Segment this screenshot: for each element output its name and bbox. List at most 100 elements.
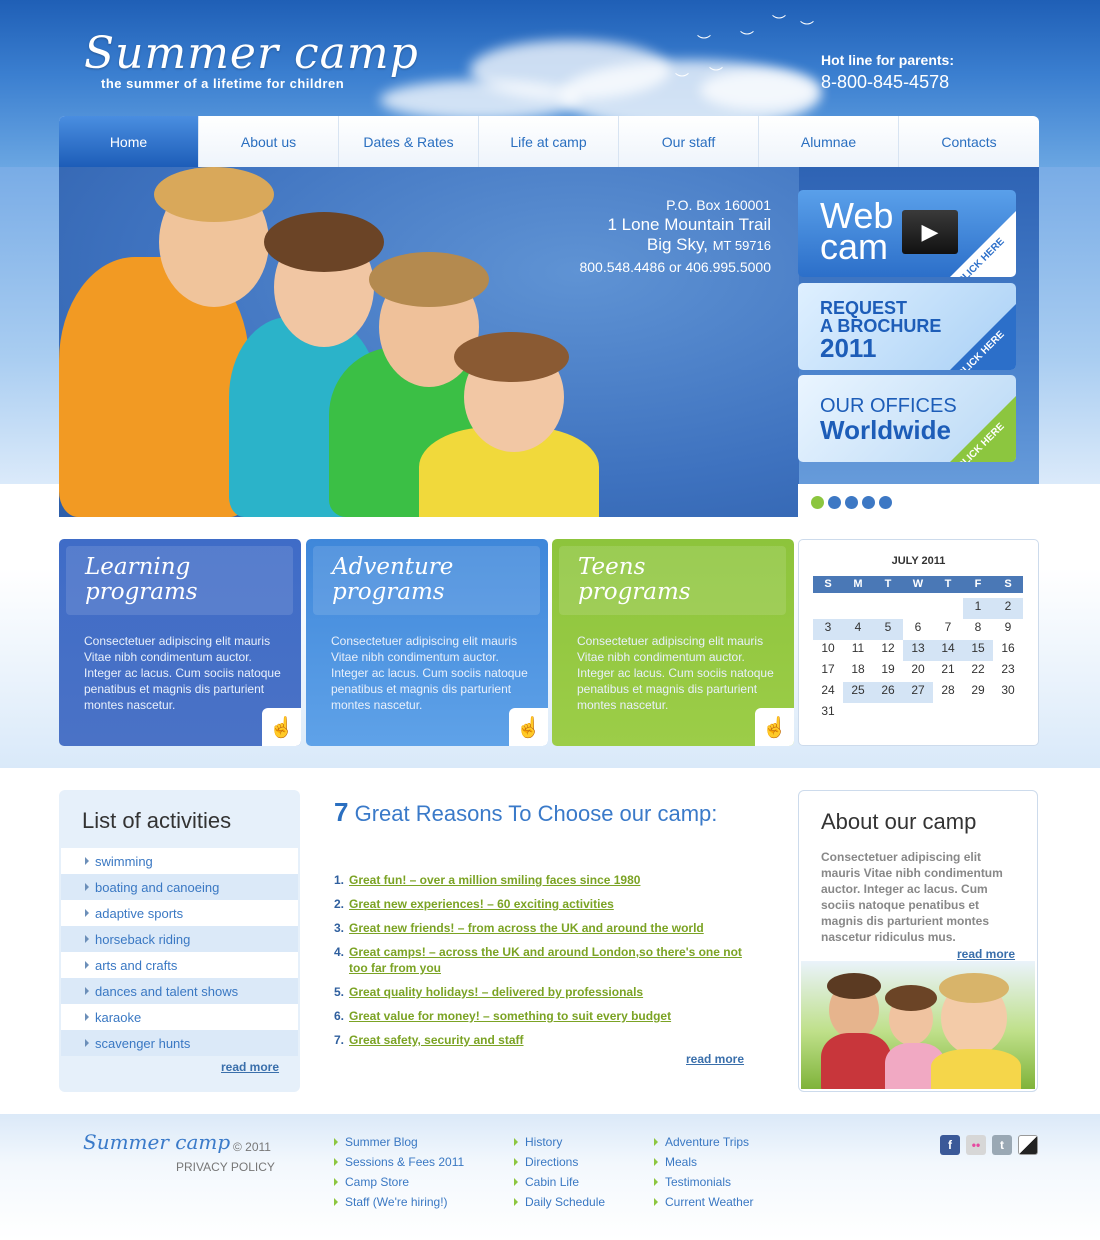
video-play-icon: ▶	[902, 210, 958, 254]
footer-link[interactable]: Cabin Life	[514, 1172, 605, 1192]
nav-home[interactable]: Home	[59, 116, 199, 167]
calendar-day[interactable]: 16	[993, 640, 1023, 661]
activity-item[interactable]: swimming	[61, 848, 298, 874]
about-read-more-link[interactable]: read more	[957, 947, 1015, 961]
arrow-right-icon	[514, 1158, 518, 1166]
slider-dot-2[interactable]	[828, 496, 841, 509]
footer-logo[interactable]: Summer camp	[83, 1130, 230, 1154]
slider-dot-3[interactable]	[845, 496, 858, 509]
calendar-day[interactable]: 10	[813, 640, 843, 661]
weekday: F	[974, 578, 982, 590]
activity-item[interactable]: adaptive sports	[61, 900, 298, 926]
facebook-icon[interactable]: f	[940, 1135, 960, 1155]
calendar-day[interactable]: 26	[873, 682, 903, 703]
calendar-day[interactable]: 25	[843, 682, 873, 703]
reason-link[interactable]: Great safety, security and staff	[349, 1032, 524, 1048]
reason-link[interactable]: Great camps! – across the UK and around …	[349, 944, 759, 976]
footer-link[interactable]: Testimonials	[654, 1172, 753, 1192]
nav-life-at-camp[interactable]: Life at camp	[479, 116, 619, 167]
flickr-icon[interactable]: ••	[966, 1135, 986, 1155]
calendar-day[interactable]: 31	[813, 703, 843, 724]
webcam-button[interactable]: Web cam ▶ CLICK HERE	[798, 190, 1016, 277]
calendar-day[interactable]: 22	[963, 661, 993, 682]
activity-item[interactable]: scavenger hunts	[61, 1030, 298, 1056]
slider-dot-4[interactable]	[862, 496, 875, 509]
tagline: the summer of a lifetime for children	[101, 76, 345, 91]
footer-link[interactable]: Camp Store	[334, 1172, 464, 1192]
nav-about-us[interactable]: About us	[199, 116, 339, 167]
footer-links-col-2: History Directions Cabin Life Daily Sche…	[514, 1132, 605, 1212]
calendar-day[interactable]: 29	[963, 682, 993, 703]
twitter-icon[interactable]: t	[992, 1135, 1012, 1155]
nav-dates-rates[interactable]: Dates & Rates	[339, 116, 479, 167]
calendar-day[interactable]: 23	[993, 661, 1023, 682]
calendar-day[interactable]: 11	[843, 640, 873, 661]
calendar-day[interactable]: 21	[933, 661, 963, 682]
calendar-day[interactable]: 27	[903, 682, 933, 703]
reason-link[interactable]: Great fun! – over a million smiling face…	[349, 872, 640, 888]
reason-link[interactable]: Great new friends! – from across the UK …	[349, 920, 704, 936]
footer-link[interactable]: Adventure Trips	[654, 1132, 753, 1152]
nav-contacts[interactable]: Contacts	[899, 116, 1039, 167]
reasons-read-more-link[interactable]: read more	[686, 1052, 744, 1066]
calendar-day[interactable]: 1	[963, 598, 993, 619]
about-panel: About our camp Consectetuer adipiscing e…	[798, 790, 1038, 1092]
calendar-day[interactable]: 20	[903, 661, 933, 682]
calendar-day[interactable]: 8	[963, 619, 993, 640]
nav-our-staff[interactable]: Our staff	[619, 116, 759, 167]
calendar-day[interactable]: 30	[993, 682, 1023, 703]
calendar-day[interactable]: 6	[903, 619, 933, 640]
calendar-day[interactable]: 4	[843, 619, 873, 640]
calendar-day[interactable]: 19	[873, 661, 903, 682]
calendar-day[interactable]: 5	[873, 619, 903, 640]
card-text: Consectetuer adipiscing elit mauris Vita…	[84, 634, 281, 712]
nav-alumnae[interactable]: Alumnae	[759, 116, 899, 167]
calendar-day[interactable]: 18	[843, 661, 873, 682]
calendar-day[interactable]: 9	[993, 619, 1023, 640]
footer-link[interactable]: Directions	[514, 1152, 605, 1172]
pointer-hand-icon[interactable]: ☝	[509, 708, 548, 746]
activity-item[interactable]: horseback riding	[61, 926, 298, 952]
logo[interactable]: Summer camp	[84, 28, 419, 79]
footer-link-label: Staff (We're hiring!)	[345, 1195, 448, 1209]
activity-item[interactable]: boating and canoeing	[61, 874, 298, 900]
activity-item[interactable]: dances and talent shows	[61, 978, 298, 1004]
footer-link[interactable]: Daily Schedule	[514, 1192, 605, 1212]
calendar-day[interactable]: 2	[993, 598, 1023, 619]
calendar-day[interactable]: 7	[933, 619, 963, 640]
footer-link-label: Meals	[665, 1155, 698, 1169]
brochure-button[interactable]: REQUEST A BROCHURE 2011 CLICK HERE	[798, 283, 1016, 370]
footer-link[interactable]: Sessions & Fees 2011	[334, 1152, 464, 1172]
reason-link[interactable]: Great value for money! – something to su…	[349, 1008, 671, 1024]
calendar-day[interactable]: 28	[933, 682, 963, 703]
calendar-day[interactable]: 14	[933, 640, 963, 661]
activity-label: adaptive sports	[95, 905, 184, 921]
brochure-year: 2011	[820, 333, 877, 363]
footer-link[interactable]: Summer Blog	[334, 1132, 464, 1152]
weekday: S	[824, 578, 832, 590]
offices-button[interactable]: OUR OFFICES Worldwide CLICK HERE	[798, 375, 1016, 462]
calendar-day[interactable]: 13	[903, 640, 933, 661]
slider-dot-5[interactable]	[879, 496, 892, 509]
footer-link[interactable]: History	[514, 1132, 605, 1152]
calendar-day[interactable]: 15	[963, 640, 993, 661]
calendar-day[interactable]: 3	[813, 619, 843, 640]
footer-link[interactable]: Staff (We're hiring!)	[334, 1192, 464, 1212]
activities-read-more-link[interactable]: read more	[221, 1060, 279, 1074]
slider-dot-1[interactable]	[811, 496, 824, 509]
footer-link[interactable]: Current Weather	[654, 1192, 753, 1212]
activity-item[interactable]: karaoke	[61, 1004, 298, 1030]
delicious-icon[interactable]	[1018, 1135, 1038, 1155]
calendar-day[interactable]: 17	[813, 661, 843, 682]
reason-link[interactable]: Great quality holidays! – delivered by p…	[349, 984, 643, 1000]
card-text: Consectetuer adipiscing elit mauris Vita…	[577, 634, 774, 712]
calendar-day[interactable]: 24	[813, 682, 843, 703]
pointer-hand-icon[interactable]: ☝	[755, 708, 794, 746]
reason-link[interactable]: Great new experiences! – 60 exciting act…	[349, 896, 614, 912]
calendar-day[interactable]: 12	[873, 640, 903, 661]
footer-link[interactable]: Meals	[654, 1152, 753, 1172]
pointer-hand-icon[interactable]: ☝	[262, 708, 301, 746]
activity-item[interactable]: arts and crafts	[61, 952, 298, 978]
privacy-policy-link[interactable]: PRIVACY POLICY	[176, 1160, 275, 1174]
adventure-programs-card: Adventure programs Consectetuer adipiscin…	[306, 539, 548, 746]
